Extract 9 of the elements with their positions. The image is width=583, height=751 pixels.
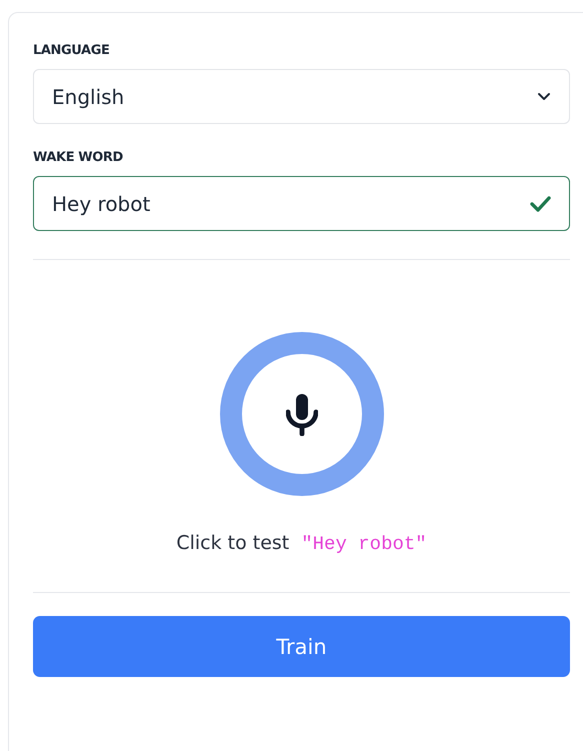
train-button[interactable]: Train xyxy=(33,616,570,677)
language-select[interactable]: English xyxy=(33,69,570,124)
check-icon xyxy=(530,194,551,214)
microphone-icon xyxy=(286,392,318,436)
field-label: WAKE WORD xyxy=(33,150,124,166)
test-prompt: Click to test xyxy=(176,532,290,554)
wake-word-phrase: "Hey robot" xyxy=(301,533,427,555)
wake-word-field[interactable]: Hey robot xyxy=(33,176,570,231)
field-label: LANGUAGE xyxy=(33,43,110,59)
